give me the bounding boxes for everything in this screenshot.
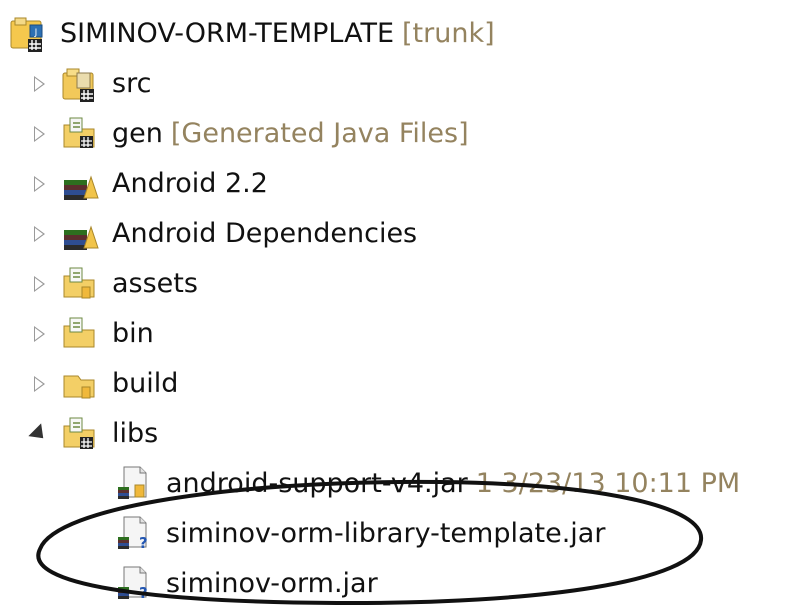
tree-item-siminov-orm-jar[interactable]: ? siminov-orm.jar (114, 561, 378, 607)
folder-icon (60, 363, 102, 405)
tree-item-android-support-v4-jar[interactable]: android-support-v4.jar 1 3/23/13 10:11 P… (114, 461, 740, 507)
expand-toggle[interactable] (28, 273, 50, 295)
tree-item-label: src (112, 68, 152, 99)
tree-item-assets[interactable]: assets (28, 261, 198, 307)
jar-versioned-icon (114, 463, 156, 505)
svg-text:J: J (34, 28, 38, 38)
tree-item-gen[interactable]: gen [Generated Java Files] (28, 111, 469, 157)
tree-item-libs[interactable]: libs (28, 411, 158, 457)
tree-item-label: Android 2.2 (112, 168, 268, 199)
project-name: SIMINOV-ORM-TEMPLATE (60, 18, 395, 49)
source-package-icon (60, 63, 102, 105)
project-icon: J (8, 13, 50, 55)
jar-unversioned-icon: ? (114, 513, 156, 555)
tree-item-label: Android Dependencies (112, 218, 418, 249)
collapse-toggle[interactable] (28, 423, 50, 445)
generated-folder-icon (60, 113, 102, 155)
folder-versioned-icon (60, 263, 102, 305)
tree-item-label: build (112, 368, 179, 399)
tree-item-label: gen (112, 118, 163, 149)
expand-toggle[interactable] (28, 373, 50, 395)
tree-item-siminov-orm-library-template-jar[interactable]: ? siminov-orm-library-template.jar (114, 511, 605, 557)
library-container-icon (60, 213, 102, 255)
svg-text:?: ? (139, 584, 148, 602)
tree-item-src[interactable]: src (28, 61, 151, 107)
project-explorer-tree: J SIMINOV-ORM-TEMPLATE [trunk] src gen [… (0, 0, 803, 608)
svg-text:?: ? (139, 534, 148, 552)
folder-versioned-icon (60, 413, 102, 455)
library-container-icon (60, 163, 102, 205)
tree-item-label: siminov-orm.jar (166, 568, 378, 599)
tree-item-bin[interactable]: bin (28, 311, 154, 357)
tree-item-android-2-2[interactable]: Android 2.2 (28, 161, 268, 207)
expand-toggle[interactable] (28, 73, 50, 95)
project-branch-decoration: [trunk] (402, 18, 495, 49)
tree-item-decoration: 1 3/23/13 10:11 PM (475, 468, 741, 499)
tree-item-android-dependencies[interactable]: Android Dependencies (28, 211, 417, 257)
expand-toggle[interactable] (28, 223, 50, 245)
expand-toggle[interactable] (28, 123, 50, 145)
tree-item-build[interactable]: build (28, 361, 178, 407)
expand-toggle[interactable] (28, 323, 50, 345)
tree-item-label: libs (112, 418, 159, 449)
tree-item-decoration: [Generated Java Files] (170, 118, 469, 149)
expand-toggle[interactable] (28, 173, 50, 195)
tree-item-label: bin (112, 318, 154, 349)
folder-versioned-icon (60, 313, 102, 355)
tree-item-label: android-support-v4.jar (166, 468, 468, 499)
tree-item-label: siminov-orm-library-template.jar (166, 518, 606, 549)
project-root[interactable]: J SIMINOV-ORM-TEMPLATE [trunk] (8, 11, 495, 57)
jar-unversioned-icon: ? (114, 563, 156, 605)
tree-item-label: assets (112, 268, 198, 299)
